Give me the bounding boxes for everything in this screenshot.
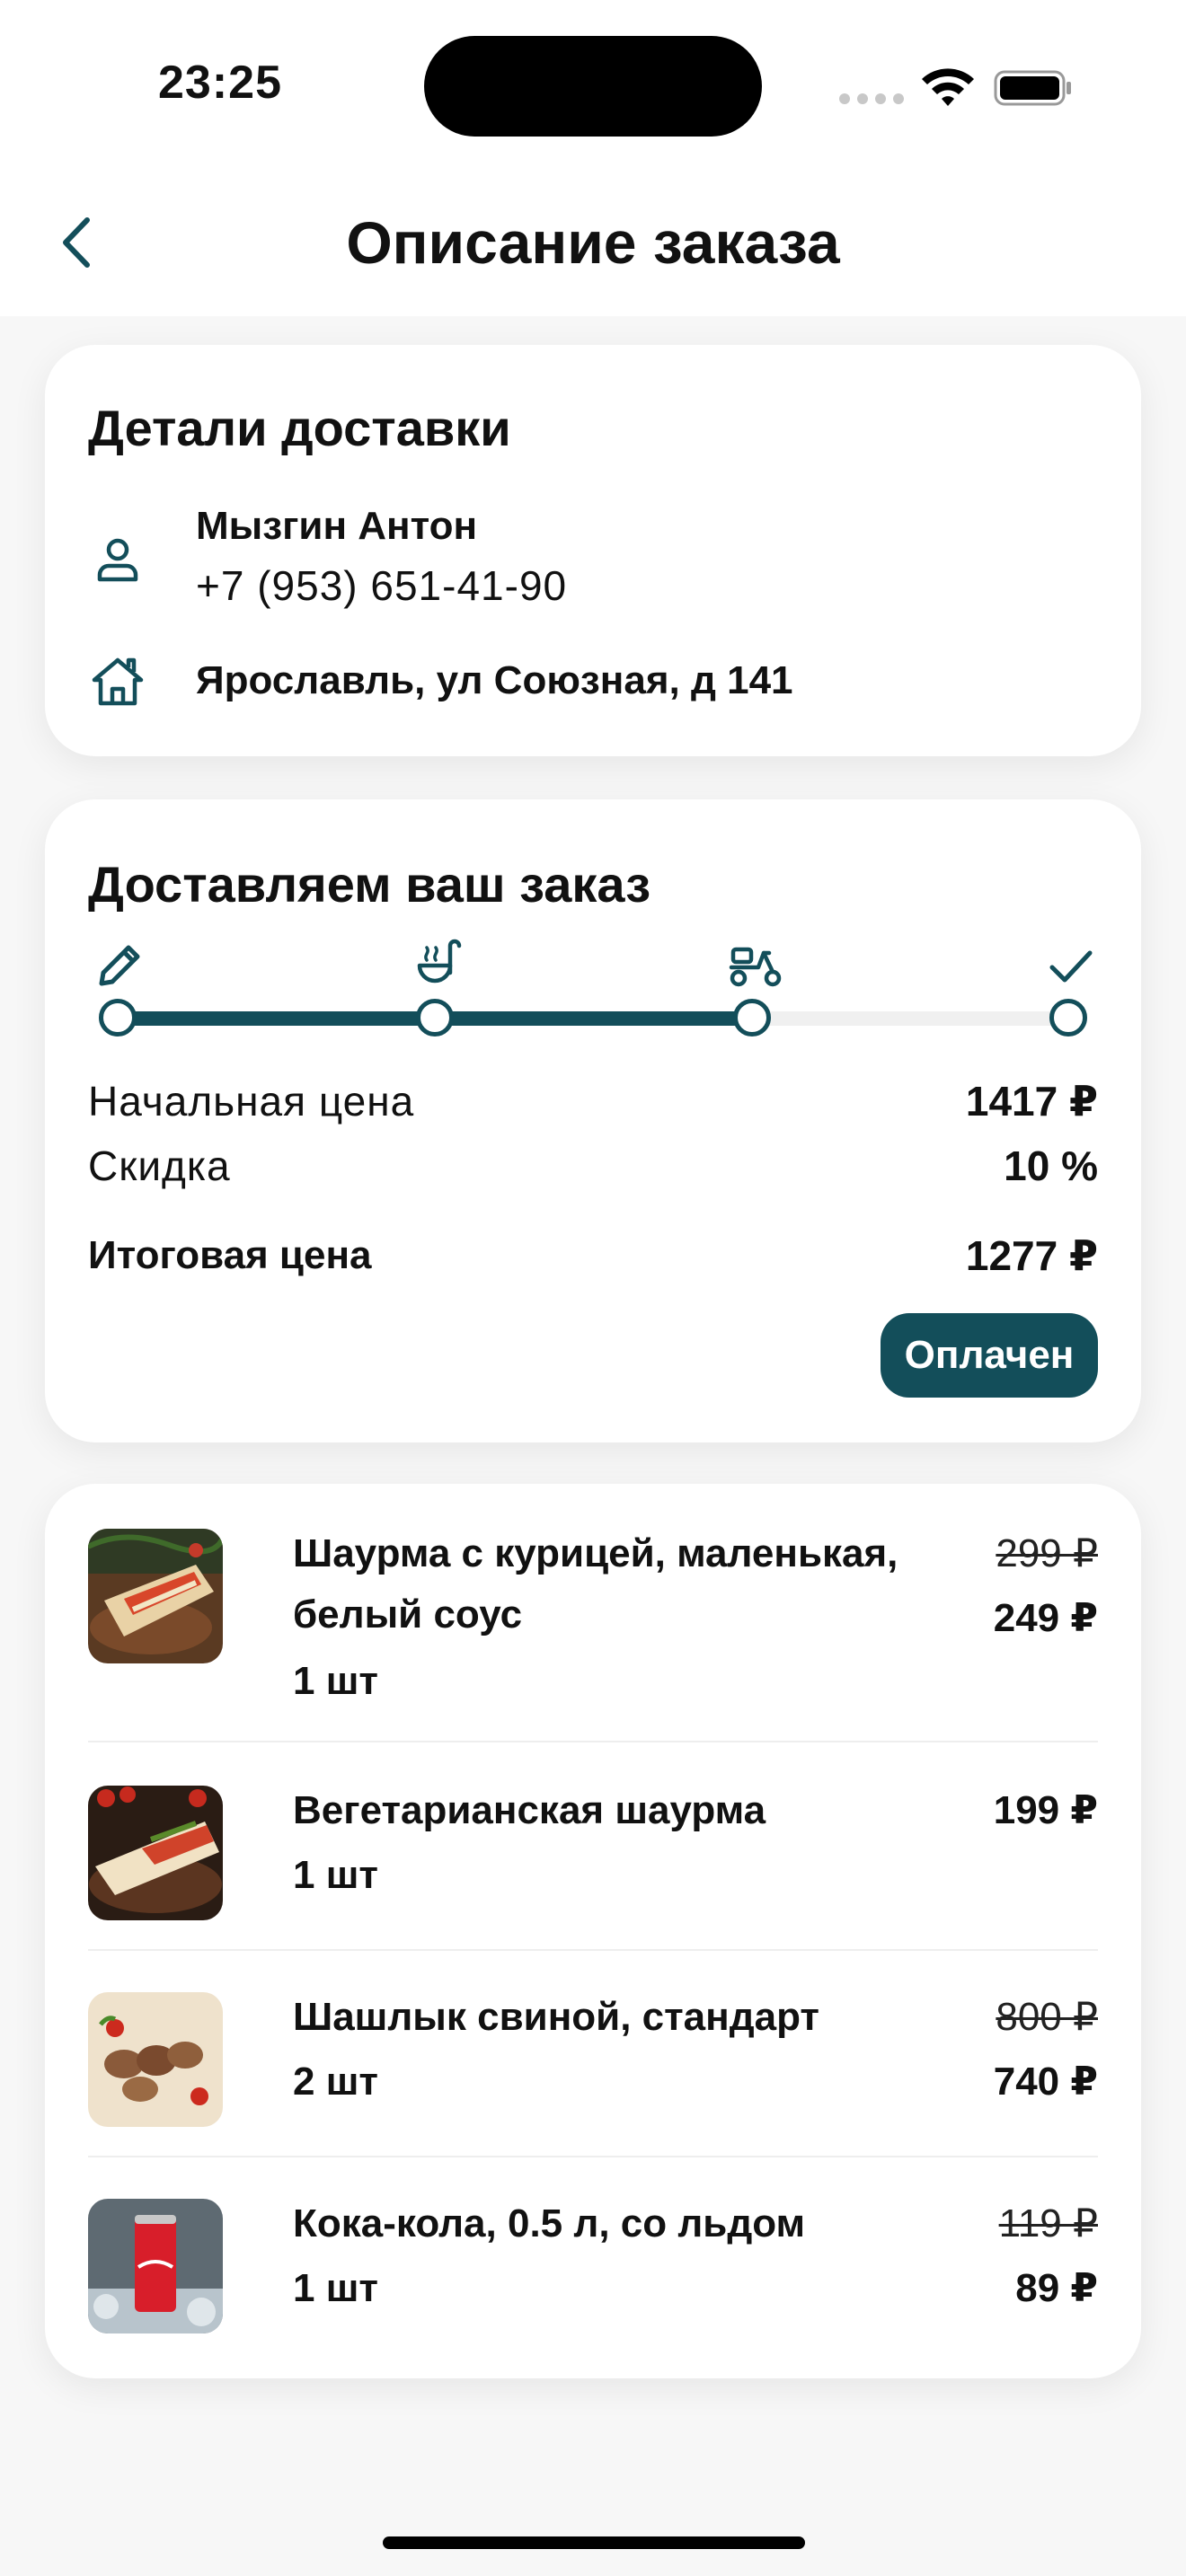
item-quantity: 1 шт bbox=[293, 1659, 378, 1703]
initial-price-label: Начальная цена bbox=[88, 1078, 415, 1125]
progress-step-dot bbox=[416, 999, 454, 1037]
status-time: 23:25 bbox=[158, 57, 282, 109]
order-status-card: Доставляем ваш заказ Начальная цена 1417… bbox=[45, 799, 1141, 1442]
checkmark-icon bbox=[1040, 936, 1100, 995]
order-item[interactable]: Шашлык свиной, стандарт 2 шт 800 ₽ 740 ₽ bbox=[88, 1992, 1098, 2127]
order-item[interactable]: Вегетарианская шаурма 1 шт 199 ₽ bbox=[88, 1786, 1098, 1920]
home-icon bbox=[88, 652, 147, 711]
customer-phone: +7 (953) 651-41-90 bbox=[196, 562, 568, 609]
shawarma-chicken-image bbox=[88, 1529, 223, 1663]
order-item[interactable]: Шаурма с курицей, маленькая, белый соус … bbox=[88, 1529, 1098, 1708]
delivery-details-title: Детали доставки bbox=[88, 400, 511, 456]
item-price: 199 ₽ bbox=[993, 1788, 1098, 1832]
pork-shashlik-image bbox=[88, 1992, 223, 2127]
initial-price-value: 1417 ₽ bbox=[965, 1078, 1098, 1125]
discount-label: Скидка bbox=[88, 1142, 231, 1189]
total-price-value: 1277 ₽ bbox=[965, 1232, 1098, 1279]
item-old-price: 119 ₽ bbox=[998, 2201, 1098, 2245]
order-items-card: Шаурма с курицей, маленькая, белый соус … bbox=[45, 1484, 1141, 2378]
item-name: Кока-кола, 0.5 л, со льдом bbox=[293, 2201, 806, 2245]
cooking-pot-icon bbox=[408, 934, 467, 993]
cellular-signal-icon bbox=[839, 93, 904, 104]
dynamic-island bbox=[424, 36, 762, 137]
progress-step-dot bbox=[99, 999, 137, 1037]
item-quantity: 1 шт bbox=[293, 2266, 378, 2310]
discount-value: 10 % bbox=[1004, 1142, 1098, 1189]
vegetarian-shawarma-image bbox=[88, 1786, 223, 1920]
paid-status-badge: Оплачен bbox=[881, 1313, 1098, 1398]
page-title: Описание заказа bbox=[346, 209, 840, 276]
discount-row: Скидка 10 % bbox=[88, 1141, 1098, 1191]
item-price: 249 ₽ bbox=[993, 1596, 1098, 1640]
delivery-address: Ярославль, ул Союзная, д 141 bbox=[196, 658, 793, 702]
item-price: 740 ₽ bbox=[993, 2060, 1098, 2104]
progress-step-dot bbox=[733, 999, 771, 1037]
initial-price-row: Начальная цена 1417 ₽ bbox=[88, 1076, 1098, 1126]
total-price-label: Итоговая цена bbox=[88, 1233, 372, 1277]
wifi-icon bbox=[922, 68, 974, 106]
divider bbox=[88, 1741, 1098, 1742]
item-price: 89 ₽ bbox=[1015, 2266, 1098, 2310]
total-price-row: Итоговая цена 1277 ₽ bbox=[88, 1231, 1098, 1281]
customer-name: Мызгин Антон bbox=[196, 504, 478, 548]
item-name: Вегетарианская шаурма bbox=[293, 1788, 766, 1832]
order-item[interactable]: Кока-кола, 0.5 л, со льдом 1 шт 119 ₽ 89… bbox=[88, 2199, 1098, 2333]
person-icon bbox=[88, 530, 147, 589]
scooter-icon bbox=[726, 936, 785, 995]
item-old-price: 800 ₽ bbox=[996, 1995, 1098, 2039]
order-status-title: Доставляем ваш заказ bbox=[88, 856, 651, 913]
divider bbox=[88, 2156, 1098, 2157]
divider bbox=[88, 1949, 1098, 1951]
item-name: Шашлык свиной, стандарт bbox=[293, 1995, 819, 2039]
coca-cola-image bbox=[88, 2199, 223, 2333]
delivery-details-card: Детали доставки Мызгин Антон +7 (953) 65… bbox=[45, 345, 1141, 756]
item-quantity: 1 шт bbox=[293, 1853, 378, 1897]
battery-icon bbox=[994, 70, 1071, 106]
item-name: Шаурма с курицей, маленькая, белый соус bbox=[293, 1531, 898, 1636]
pencil-icon bbox=[90, 936, 149, 995]
progress-step-dot bbox=[1049, 999, 1087, 1037]
item-old-price: 299 ₽ bbox=[996, 1531, 1098, 1575]
item-quantity: 2 шт bbox=[293, 2060, 378, 2104]
home-indicator bbox=[383, 2536, 805, 2549]
